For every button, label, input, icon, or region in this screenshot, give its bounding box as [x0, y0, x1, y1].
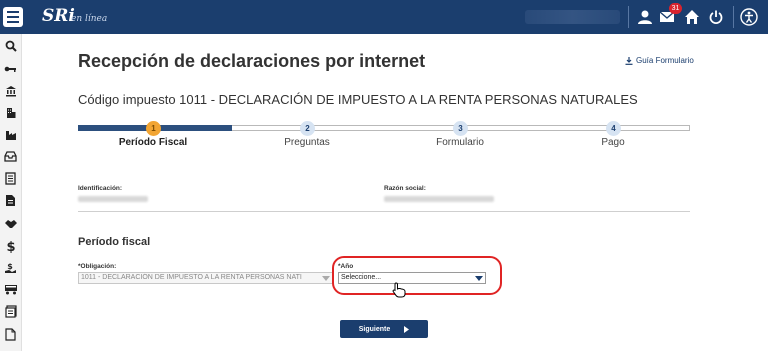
power-icon[interactable]	[705, 6, 727, 28]
key-icon[interactable]	[3, 61, 18, 76]
next-button-label: Siguiente	[358, 325, 391, 333]
step-3-circle: 3	[453, 121, 468, 136]
page-icon[interactable]	[3, 327, 18, 342]
chevron-right-icon	[404, 325, 410, 333]
sidebar: $ $	[0, 34, 22, 351]
step-1-circle: 1	[146, 121, 161, 136]
step-4-circle: 4	[606, 121, 621, 136]
download-icon	[625, 56, 633, 65]
step-2-circle: 2	[300, 121, 315, 136]
fiscal-period-heading: Período fiscal	[78, 236, 151, 248]
top-bar: SRi en línea 31	[0, 0, 768, 34]
step-4-label: Pago	[601, 137, 625, 148]
next-button[interactable]: Siguiente	[340, 320, 428, 338]
home-icon[interactable]	[681, 6, 703, 28]
tax-code-title: Código impuesto 1011 - DECLARACIÓN DE IM…	[78, 92, 638, 107]
highlight-annotation	[332, 256, 502, 295]
step-1-label: Período Fiscal	[118, 137, 188, 148]
obligation-select: 1011 - DECLARACIÓN DE IMPUESTO A LA RENT…	[78, 272, 333, 284]
svg-text:$: $	[7, 262, 13, 271]
obligation-label: *Obligación:	[78, 263, 117, 270]
step-2-label: Preguntas	[284, 137, 330, 148]
obligation-value: 1011 - DECLARACIÓN DE IMPUESTO A LA RENT…	[81, 274, 302, 281]
stack-icon[interactable]	[3, 304, 18, 319]
car-icon[interactable]	[3, 282, 18, 297]
identification-label: Identificación:	[78, 185, 123, 192]
document-icon[interactable]	[3, 171, 18, 186]
handshake-icon[interactable]	[3, 216, 18, 231]
step-3-label: Formulario	[436, 137, 484, 148]
hand-cursor-icon	[392, 282, 406, 298]
guide-link-label: Guía Formulario	[636, 56, 694, 65]
dollar-icon[interactable]: $	[3, 238, 18, 253]
identification-value-redacted	[78, 196, 148, 202]
user-icon[interactable]	[634, 6, 656, 28]
page-title: Recepción de declaraciones por internet	[78, 51, 426, 71]
chevron-down-icon	[321, 274, 331, 282]
factory-icon[interactable]	[3, 127, 18, 142]
bank-icon[interactable]	[3, 83, 18, 98]
brand-logo[interactable]: SRi	[42, 6, 75, 26]
search-icon[interactable]	[3, 38, 18, 53]
business-name-value-redacted	[384, 196, 494, 202]
section-divider	[78, 211, 690, 212]
business-name-label: Razón social:	[384, 185, 426, 192]
inbox-icon[interactable]	[3, 149, 18, 164]
menu-icon[interactable]	[3, 7, 23, 27]
divider	[733, 6, 734, 28]
guide-link[interactable]: Guía Formulario	[625, 56, 694, 65]
brand-subtitle: en línea	[71, 14, 108, 24]
divider	[628, 6, 629, 28]
accessibility-icon[interactable]	[738, 6, 760, 28]
file-icon[interactable]	[3, 193, 18, 208]
user-info-blurred	[525, 10, 620, 24]
building-icon[interactable]	[3, 105, 18, 120]
money-hand-icon[interactable]: $	[3, 260, 18, 275]
svg-text:$: $	[6, 240, 15, 253]
